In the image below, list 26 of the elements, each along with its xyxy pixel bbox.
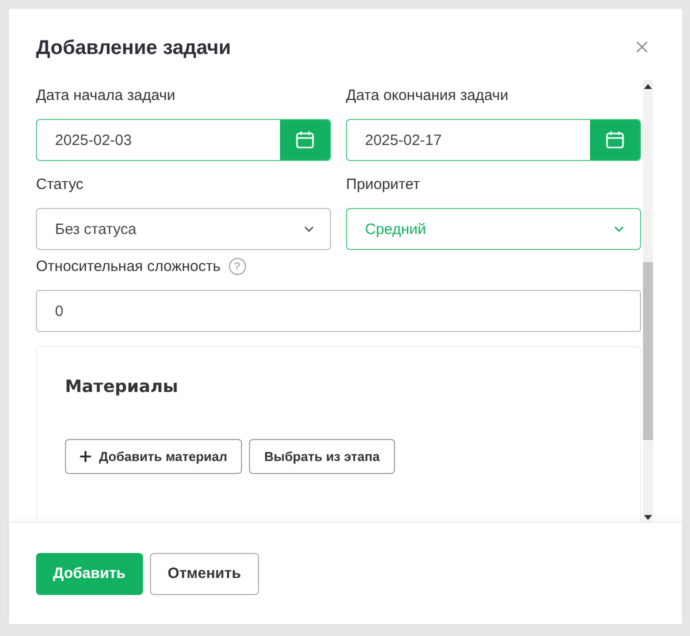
calendar-button[interactable] [590,120,640,160]
input-field[interactable]: 0 [36,290,641,332]
date-field[interactable]: 2025-02-03 [36,119,331,161]
close-icon[interactable] [636,41,648,53]
help-icon[interactable]: ? [228,258,246,275]
field-label: Дата окончания задачи [346,87,510,104]
calendar-icon [605,130,625,150]
field-label: Дата начала задачи [36,87,176,104]
cancel-button[interactable]: Отменить [150,552,259,594]
scroll-up-icon[interactable] [644,84,652,89]
dialog-title: Добавление задачи [36,37,231,60]
chevron-down-icon [304,226,314,232]
outline-button[interactable]: Добавить материал [65,439,242,474]
plus-icon [80,451,91,462]
field-label: Относительная сложность [36,258,221,275]
field-label: Статус [36,176,84,193]
section-title: Материалы [65,377,180,397]
select-field[interactable]: Без статуса [36,208,331,250]
chevron-down-icon [614,226,624,232]
field-label: Приоритет [346,176,421,193]
calendar-button[interactable] [280,120,330,160]
scroll-down-icon[interactable] [644,515,652,520]
scrollbar[interactable] [643,80,653,522]
date-field[interactable]: 2025-02-17 [346,119,641,161]
outline-button[interactable]: Выбрать из этапа [249,439,395,474]
calendar-icon [295,130,315,150]
